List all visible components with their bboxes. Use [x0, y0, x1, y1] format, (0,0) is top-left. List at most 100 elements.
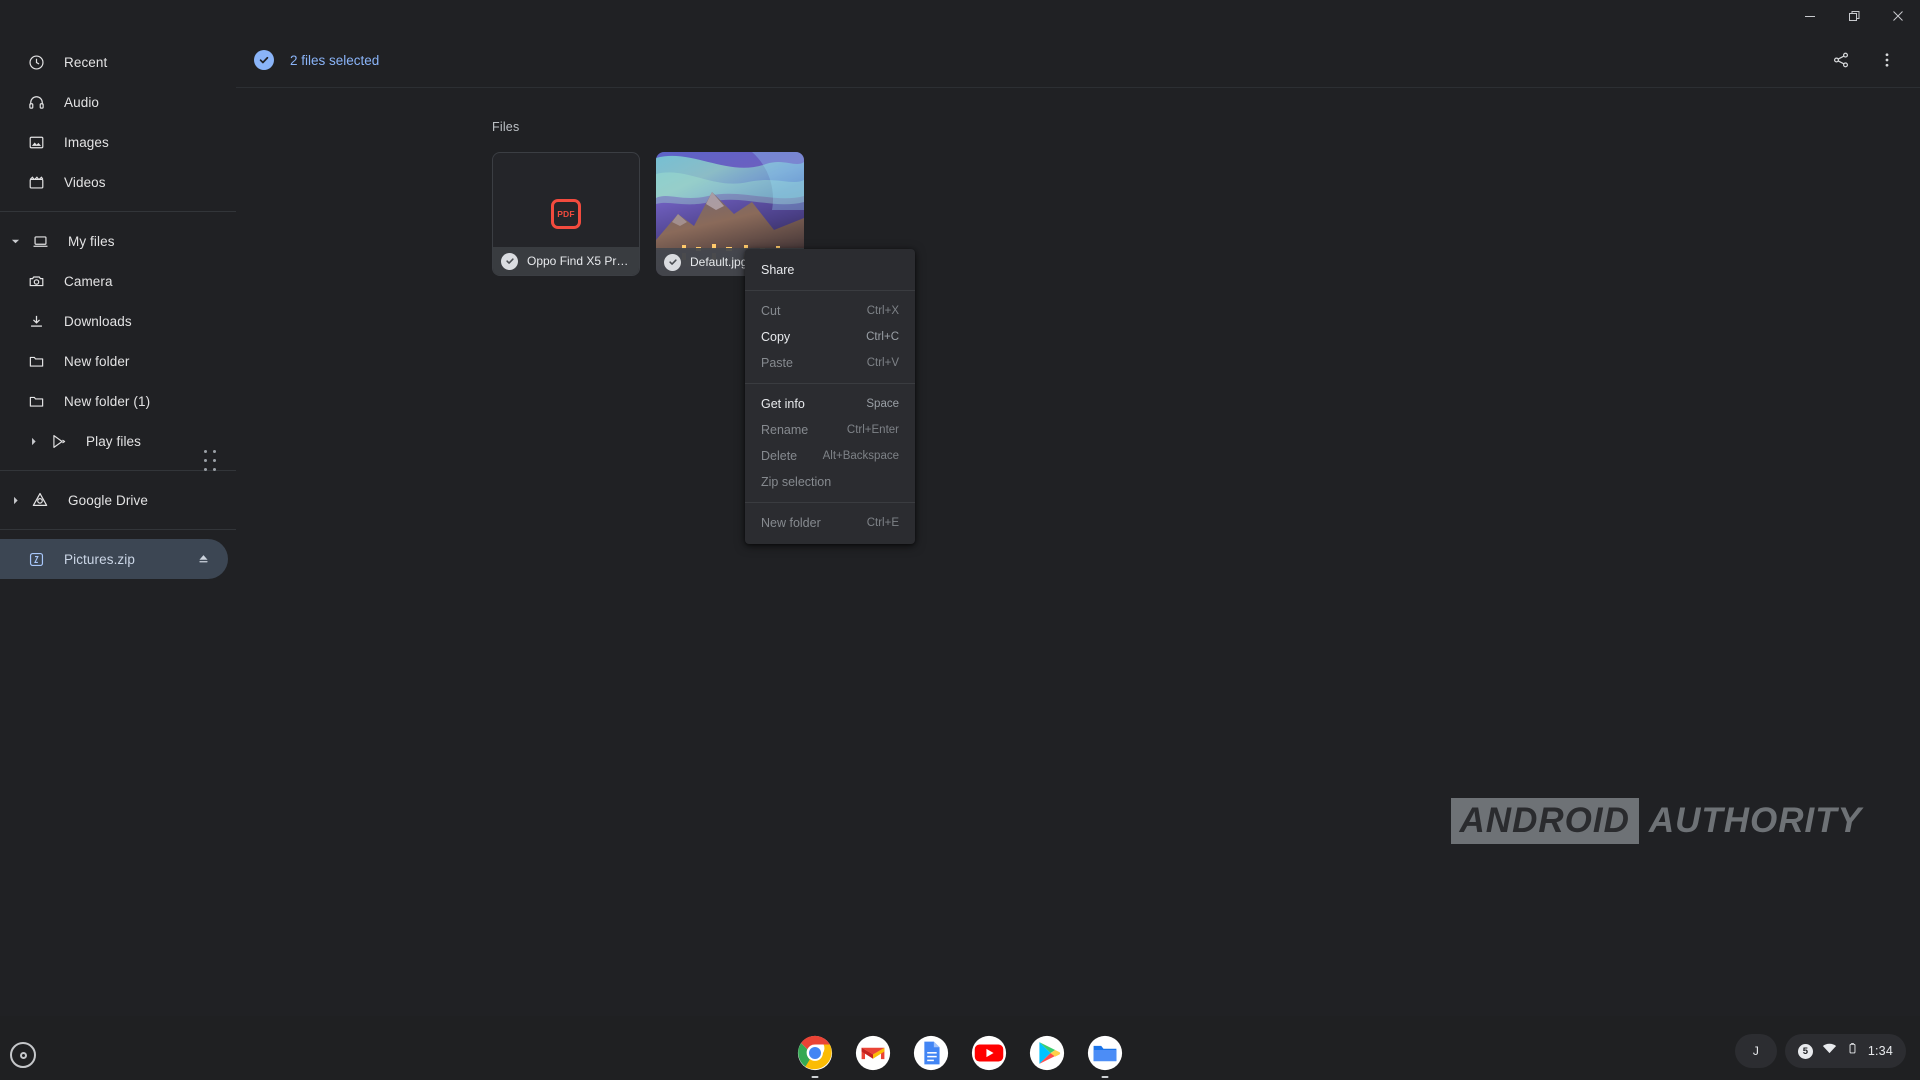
- sidebar-item-new-folder-1[interactable]: New folder (1): [0, 381, 228, 421]
- menu-item-label: New folder: [761, 516, 821, 530]
- battery-icon: [1846, 1042, 1859, 1060]
- pdf-icon: PDF: [551, 199, 581, 229]
- zip-icon: [22, 539, 50, 579]
- sidebar-item-label: Google Drive: [68, 492, 148, 508]
- sidebar-item-label: Videos: [64, 174, 106, 190]
- chromeos-desktop: Recent Audio Images Videos My files Came…: [0, 0, 1920, 1080]
- menu-item-paste[interactable]: Paste Ctrl+V: [745, 350, 915, 376]
- folder-icon: [22, 341, 50, 381]
- file-card-footer: Oppo Find X5 Pro re...: [493, 247, 639, 275]
- sidebar-item-pictures-zip[interactable]: Pictures.zip: [0, 539, 228, 579]
- youtube-app-icon[interactable]: [970, 1034, 1008, 1072]
- watermark: ANDROID AUTHORITY: [1450, 798, 1862, 844]
- menu-item-label: Paste: [761, 356, 793, 370]
- sidebar-divider: [0, 470, 236, 471]
- sidebar-item-label: New folder (1): [64, 393, 151, 409]
- sidebar-item-images[interactable]: Images: [0, 122, 228, 162]
- selection-toolbar: 2 files selected: [236, 32, 1920, 88]
- docs-app-icon[interactable]: [912, 1034, 950, 1072]
- sidebar-item-audio[interactable]: Audio: [0, 82, 228, 122]
- sidebar-item-label: Audio: [64, 94, 100, 110]
- ime-label: J: [1752, 1044, 1759, 1058]
- shelf: J 5 1:34: [0, 1016, 1920, 1080]
- menu-item-new-folder[interactable]: New folder Ctrl+E: [745, 510, 915, 536]
- menu-item-shortcut: Ctrl+Enter: [846, 424, 899, 436]
- menu-separator: [745, 502, 915, 503]
- files-app: Recent Audio Images Videos My files Came…: [0, 32, 1920, 1042]
- file-name-label: Oppo Find X5 Pro re...: [527, 254, 632, 268]
- video-icon: [22, 162, 50, 202]
- menu-item-label: Cut: [761, 304, 781, 318]
- menu-item-label: Rename: [761, 423, 809, 437]
- files-app-icon[interactable]: [1086, 1034, 1124, 1078]
- sidebar-item-label: Play files: [86, 433, 142, 449]
- menu-item-label: Get info: [761, 397, 805, 411]
- menu-item-shortcut: Ctrl+C: [866, 331, 899, 343]
- laptop-icon: [26, 221, 54, 261]
- chrome-app-icon[interactable]: [796, 1034, 834, 1078]
- menu-item-shortcut: Space: [866, 398, 899, 410]
- chevron-down-icon[interactable]: [4, 221, 26, 261]
- sidebar: Recent Audio Images Videos My files Came…: [0, 32, 236, 1042]
- pdf-badge-label: PDF: [557, 209, 575, 219]
- menu-item-delete[interactable]: Delete Alt+Backspace: [745, 443, 915, 469]
- sidebar-item-videos[interactable]: Videos: [0, 162, 228, 202]
- file-name-label: Default.jpg: [690, 255, 748, 269]
- wifi-icon: [1822, 1041, 1837, 1061]
- file-selected-check-icon[interactable]: [501, 252, 518, 270]
- sidebar-item-google-drive[interactable]: Google Drive: [0, 480, 228, 520]
- context-menu: Share Cut Ctrl+X Copy Ctrl+C Paste Ctrl+…: [745, 249, 915, 544]
- image-icon: [22, 122, 50, 162]
- sidebar-item-downloads[interactable]: Downloads: [0, 301, 228, 341]
- share-icon[interactable]: [1824, 43, 1858, 77]
- download-icon: [22, 301, 50, 341]
- menu-item-rename[interactable]: Rename Ctrl+Enter: [745, 417, 915, 443]
- section-title: Files: [492, 120, 520, 134]
- sidebar-item-label: Images: [64, 134, 109, 150]
- menu-item-get-info[interactable]: Get info Space: [745, 391, 915, 417]
- headphones-icon: [22, 82, 50, 122]
- gmail-app-icon[interactable]: [854, 1034, 892, 1072]
- sidebar-item-label: Recent: [64, 54, 108, 70]
- file-selected-check-icon[interactable]: [664, 253, 681, 271]
- file-card-pdf[interactable]: PDF Oppo Find X5 Pro re...: [492, 152, 640, 276]
- close-button[interactable]: [1876, 0, 1920, 32]
- menu-separator: [745, 290, 915, 291]
- menu-item-shortcut: Ctrl+X: [866, 305, 899, 317]
- minimize-button[interactable]: [1788, 0, 1832, 32]
- ime-indicator[interactable]: J: [1734, 1034, 1777, 1068]
- sidebar-item-label: Pictures.zip: [64, 551, 135, 567]
- sidebar-divider: [0, 529, 236, 530]
- menu-item-zip-selection[interactable]: Zip selection: [745, 469, 915, 495]
- app-running-indicator: [1101, 1075, 1109, 1078]
- sidebar-item-label: Downloads: [64, 313, 132, 329]
- sidebar-item-my-files[interactable]: My files: [0, 221, 228, 261]
- sidebar-item-play-files[interactable]: Play files: [0, 421, 228, 461]
- play-store-app-icon[interactable]: [1028, 1034, 1066, 1072]
- menu-item-copy[interactable]: Copy Ctrl+C: [745, 324, 915, 350]
- play-store-icon: [44, 421, 72, 461]
- sidebar-item-label: Camera: [64, 273, 113, 289]
- menu-item-cut[interactable]: Cut Ctrl+X: [745, 298, 915, 324]
- sidebar-item-label: My files: [68, 233, 115, 249]
- file-grid: PDF Oppo Find X5 Pro re...: [492, 152, 1920, 276]
- chevron-right-icon[interactable]: [4, 480, 26, 520]
- watermark-part2: AUTHORITY: [1648, 801, 1862, 840]
- sidebar-item-recent[interactable]: Recent: [0, 42, 228, 82]
- status-tray[interactable]: 5 1:34: [1784, 1034, 1906, 1068]
- menu-item-shortcut: Ctrl+E: [866, 517, 899, 529]
- menu-item-share[interactable]: Share: [745, 257, 915, 283]
- selection-check-icon[interactable]: [254, 50, 274, 70]
- camera-icon: [22, 261, 50, 301]
- sidebar-item-new-folder[interactable]: New folder: [0, 341, 228, 381]
- eject-icon[interactable]: [192, 539, 214, 579]
- drive-icon: [26, 480, 54, 520]
- more-options-icon[interactable]: [1870, 43, 1904, 77]
- sidebar-item-camera[interactable]: Camera: [0, 261, 228, 301]
- app-running-indicator: [811, 1075, 819, 1078]
- sidebar-item-label: New folder: [64, 353, 130, 369]
- chevron-right-icon[interactable]: [22, 421, 44, 461]
- restore-button[interactable]: [1832, 0, 1876, 32]
- sidebar-resize-handle[interactable]: [202, 450, 218, 472]
- launcher-button[interactable]: [10, 1042, 36, 1068]
